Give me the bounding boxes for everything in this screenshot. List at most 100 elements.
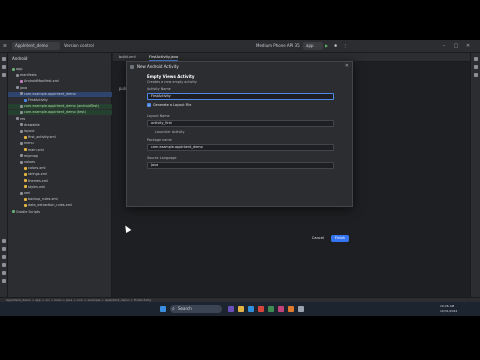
cancel-button[interactable]: Cancel — [309, 235, 327, 242]
tree-item[interactable]: data_extraction_rules.xml — [8, 203, 112, 208]
git-icon[interactable] — [2, 271, 6, 275]
logcat-icon[interactable] — [2, 247, 6, 251]
file-icon — [24, 197, 27, 201]
tree-item-label: manifests — [20, 73, 37, 78]
file-icon — [20, 160, 23, 164]
maximize-icon[interactable]: □ — [452, 42, 460, 50]
tree-item[interactable]: strings.xml — [8, 172, 112, 177]
generate-layout-checkbox[interactable]: ✓ Generate a Layout File — [147, 103, 191, 107]
build-tool-icon[interactable] — [2, 239, 6, 243]
app-icon-2[interactable] — [288, 306, 294, 312]
tab-build-xml[interactable]: build.xml — [119, 55, 136, 59]
chrome-icon[interactable] — [258, 306, 264, 312]
device-manager-icon[interactable] — [474, 73, 478, 77]
tree-item-label: backup_rules.xml — [28, 197, 58, 202]
clock-time[interactable]: 10:26 AM — [440, 304, 454, 308]
file-icon — [12, 210, 15, 214]
gradle-icon[interactable] — [474, 65, 478, 69]
tree-item[interactable]: com.example.appintent_demo (androidTest) — [8, 104, 112, 110]
tree-item-label: com.example.appintent_demo — [24, 91, 76, 96]
project-label: AppIntent_demo — [15, 43, 49, 48]
tree-item-label: menu — [24, 141, 34, 146]
tree-item[interactable]: themes.xml — [8, 179, 112, 184]
tree-item[interactable]: first_activity.xml — [8, 135, 112, 140]
tree-item-label: layout — [24, 129, 35, 133]
tree-item[interactable]: res — [8, 117, 112, 122]
new-activity-dialog: New Android Activity ✕ Empty Views Activ… — [126, 61, 353, 207]
package-name-field[interactable]: com.example.appintent_demo — [147, 144, 334, 151]
more-actions-icon[interactable]: ⋮ — [343, 43, 347, 48]
minimize-icon[interactable]: – — [440, 42, 448, 50]
problems-icon[interactable] — [2, 263, 6, 267]
edge-icon[interactable] — [248, 306, 254, 312]
tree-item[interactable]: colors.xml — [8, 166, 112, 171]
layout-name-label: Layout Name — [147, 114, 170, 118]
vcs-label[interactable]: Version control — [64, 43, 94, 48]
file-icon — [20, 79, 23, 83]
checkbox-checked-icon: ✓ — [147, 103, 151, 107]
tree-item-label: colors.xml — [28, 166, 46, 171]
file-icon — [20, 141, 23, 145]
commit-tool-icon[interactable] — [2, 65, 6, 69]
tree-item[interactable]: styles.xml — [8, 185, 112, 190]
android-studio-icon[interactable] — [268, 306, 274, 312]
tree-item[interactable]: manifests — [8, 73, 112, 78]
launcher-activity-checkbox[interactable]: Launcher Activity — [155, 130, 185, 134]
file-icon — [12, 67, 15, 71]
finish-button[interactable]: Finish — [331, 235, 349, 242]
layout-name-field[interactable]: activity_first — [147, 120, 334, 127]
task-view-icon[interactable] — [228, 306, 234, 312]
close-dialog-icon[interactable]: ✕ — [345, 63, 349, 69]
debug-icon[interactable]: ✱ — [334, 43, 337, 48]
project-view-selector[interactable]: Android — [12, 56, 27, 61]
tree-item[interactable]: menu — [8, 141, 112, 146]
run-icon[interactable]: ▶ — [325, 43, 328, 48]
tree-item[interactable]: values — [8, 160, 112, 165]
file-icon — [20, 154, 23, 158]
file-icon — [24, 179, 27, 183]
app-icon-3[interactable] — [298, 306, 304, 312]
tree-item-label: values — [24, 160, 36, 164]
source-language-select[interactable]: Java — [147, 162, 334, 169]
tree-item[interactable]: Gradle Scripts — [8, 210, 112, 215]
file-icon — [16, 73, 19, 77]
activity-name-field[interactable]: FirstActivity — [147, 93, 334, 100]
clock-date[interactable]: 10/31/2024 — [440, 309, 457, 313]
file-icon — [24, 185, 27, 189]
notifications-icon[interactable] — [474, 57, 478, 61]
tree-item-label: java — [20, 85, 28, 90]
project-panel: Android app manifests AndroidManifest.xml j… — [8, 53, 112, 297]
windows-start-icon[interactable] — [160, 306, 166, 312]
app-icon[interactable] — [278, 306, 284, 312]
resource-manager-icon[interactable] — [2, 73, 6, 77]
tree-item[interactable]: com.example.appintent_demo (test) — [8, 110, 112, 116]
dialog-title: New Android Activity — [137, 64, 179, 69]
tree-item[interactable]: FirstActivity — [8, 98, 112, 103]
project-tool-icon[interactable] — [2, 57, 6, 61]
device-selector[interactable]: Medium Phone API 35 — [256, 43, 300, 48]
file-explorer-icon[interactable] — [238, 306, 244, 312]
close-window-icon[interactable]: ✕ — [464, 42, 472, 50]
tree-item[interactable]: layout — [8, 129, 112, 134]
taskbar-search[interactable]: ⌕ Search — [170, 305, 222, 313]
tree-item[interactable]: app — [8, 67, 112, 72]
file-icon — [16, 86, 19, 90]
terminal-icon[interactable] — [2, 255, 6, 259]
search-icon: ⌕ — [172, 306, 175, 312]
hamburger-menu-icon[interactable]: ☰ — [3, 43, 7, 48]
tree-item[interactable]: drawable — [8, 123, 112, 128]
todo-icon[interactable] — [2, 279, 6, 283]
file-icon — [20, 104, 23, 108]
tree-item-label: themes.xml — [28, 178, 49, 183]
tree-item[interactable]: AndroidManifest.xml — [8, 79, 112, 84]
tree-item[interactable]: mipmap — [8, 154, 112, 159]
tree-item-label: mipmap — [24, 153, 38, 158]
tree-item[interactable]: com.example.appintent_demo — [8, 91, 112, 97]
tree-item-label: first_activity.xml — [28, 135, 56, 140]
right-tool-bar — [470, 53, 480, 297]
tree-item[interactable]: main.xml — [8, 148, 112, 153]
file-icon — [24, 203, 27, 207]
tree-item[interactable]: java — [8, 86, 112, 91]
tree-item[interactable]: backup_rules.xml — [8, 197, 112, 202]
tree-item[interactable]: xml — [8, 191, 112, 196]
